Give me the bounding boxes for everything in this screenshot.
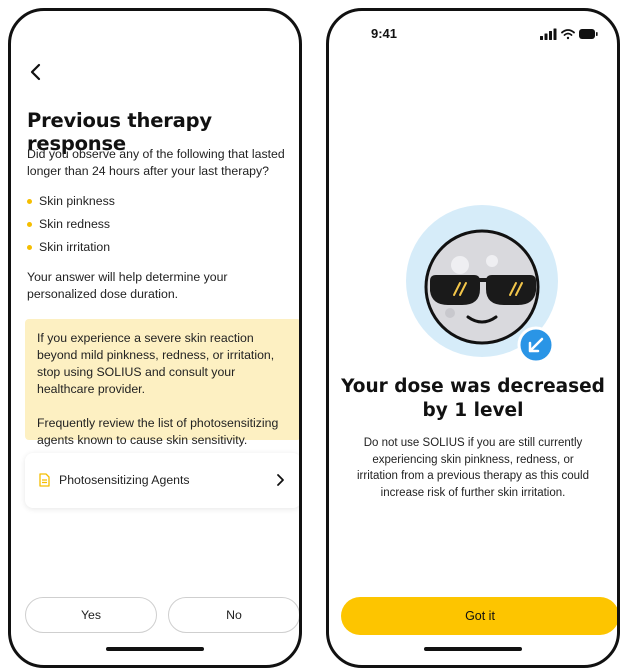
- review-text: Frequently review the list of photosensi…: [37, 416, 279, 447]
- link-label: Photosensitizing Agents: [59, 473, 190, 487]
- home-indicator: [106, 647, 204, 651]
- status-bar-icons: [540, 28, 598, 40]
- document-icon: [39, 473, 50, 487]
- home-indicator: [424, 647, 522, 651]
- symptom-item: Skin redness: [27, 216, 115, 239]
- signal-icon: [540, 28, 557, 40]
- chevron-right-icon: [277, 474, 284, 486]
- result-description: Do not use SOLIUS if you are still curre…: [356, 437, 590, 499]
- warning-callout: If you experience a severe skin reaction…: [25, 319, 299, 447]
- symptom-list: Skin pinkness Skin redness Skin irritati…: [27, 193, 115, 262]
- battery-icon: [579, 29, 598, 39]
- explanation-text: Your answer will help determine your per…: [27, 270, 228, 301]
- therapy-response-screen: Previous therapy response Did you observ…: [8, 8, 302, 668]
- warning-text: If you experience a severe skin reaction…: [37, 331, 275, 396]
- symptom-item: Skin pinkness: [27, 193, 115, 216]
- bullet-icon: [27, 222, 32, 227]
- no-button[interactable]: No: [168, 597, 299, 633]
- photosensitizing-agents-link[interactable]: Photosensitizing Agents: [25, 453, 299, 508]
- got-it-button[interactable]: Got it: [341, 597, 617, 635]
- question-text: Did you observe any of the following tha…: [27, 147, 285, 178]
- bullet-icon: [27, 245, 32, 250]
- bullet-icon: [27, 199, 32, 204]
- symptom-item: Skin irritation: [27, 239, 115, 262]
- result-title: Your dose was decreased by 1 level: [341, 376, 605, 421]
- wifi-icon: [561, 29, 575, 40]
- dose-result-screen: 9:41 Your dose was decreased by 1 level …: [326, 8, 620, 668]
- sunglasses-emoji-illustration: [406, 205, 558, 363]
- back-arrow-icon[interactable]: [25, 61, 47, 83]
- status-time: 9:41: [371, 26, 398, 41]
- yes-button[interactable]: Yes: [25, 597, 157, 633]
